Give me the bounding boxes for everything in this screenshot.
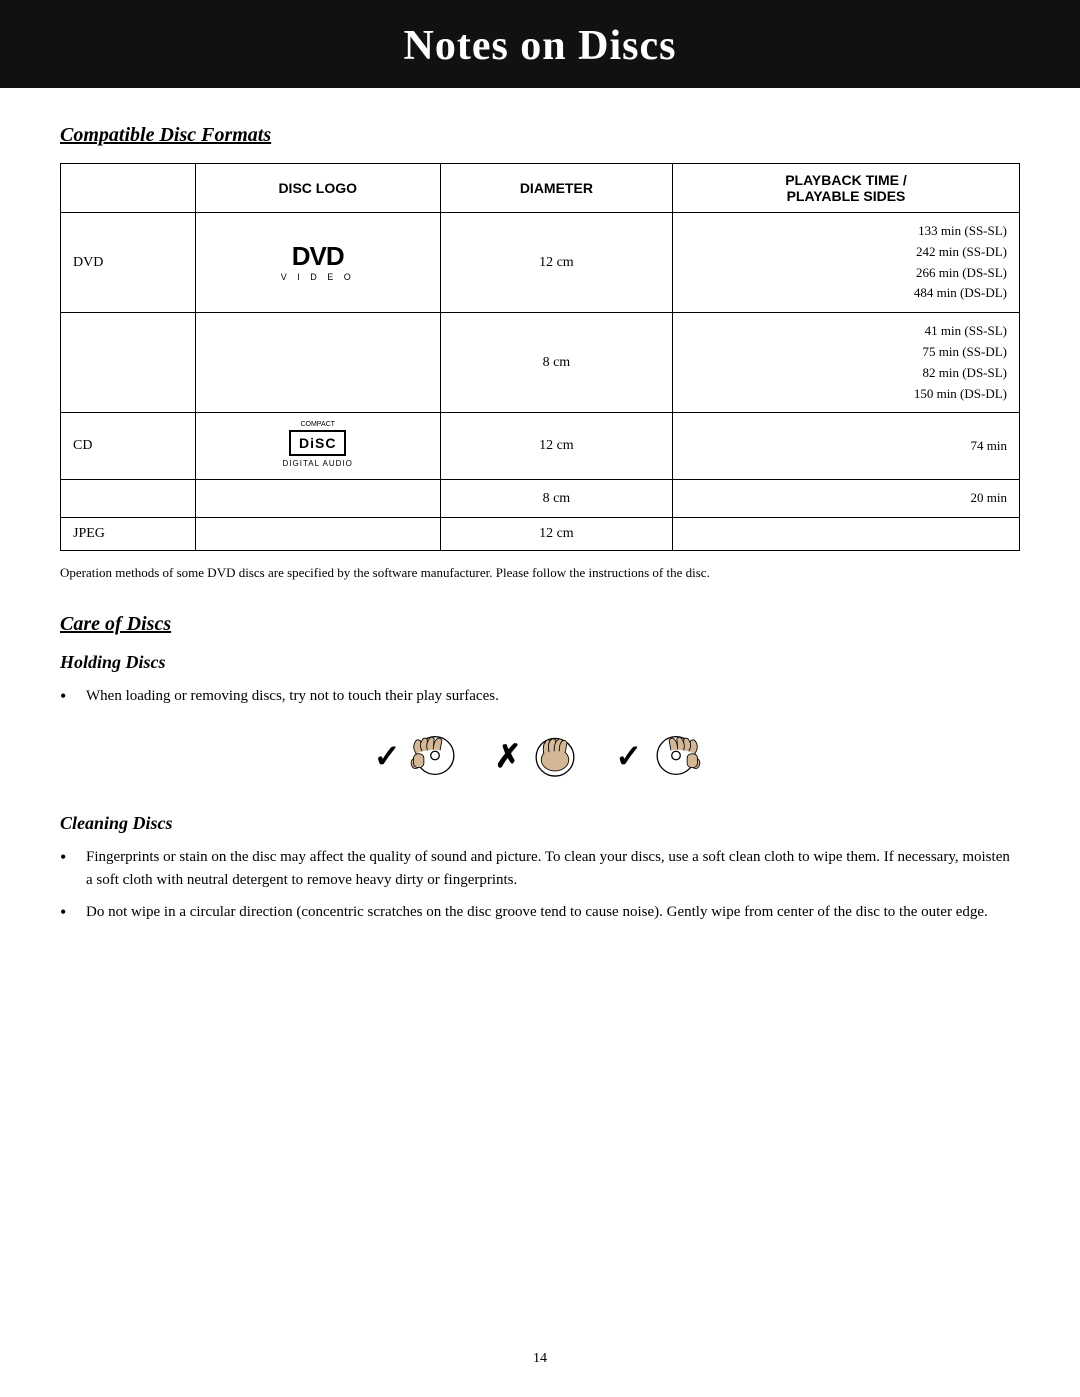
hand-incorrect-icon bbox=[525, 728, 585, 783]
page-header: Notes on Discs bbox=[0, 0, 1080, 88]
list-item: • When loading or removing discs, try no… bbox=[60, 685, 1020, 708]
cd-diameter-8: 8 cm bbox=[440, 480, 672, 518]
dvd-logo-cell: DVD V I D E O bbox=[195, 213, 440, 313]
jpeg-diameter: 12 cm bbox=[440, 518, 672, 551]
logo-empty-2 bbox=[195, 480, 440, 518]
disc-type-empty-1 bbox=[61, 313, 196, 413]
holding-discs-section: Holding Discs • When loading or removing… bbox=[60, 652, 1020, 783]
page-title: Notes on Discs bbox=[0, 22, 1080, 70]
disc-type-jpeg: JPEG bbox=[61, 518, 196, 551]
table-row: 8 cm 41 min (SS-SL) 75 min (SS-DL) 82 mi… bbox=[61, 313, 1020, 413]
cleaning-discs-title: Cleaning Discs bbox=[60, 813, 1020, 834]
care-of-discs-section: Care of Discs Holding Discs • When loadi… bbox=[60, 613, 1020, 925]
bullet-dot: • bbox=[60, 846, 80, 869]
check-mark-1: ✓ bbox=[374, 737, 401, 775]
cd-compact-label: COMPACT bbox=[283, 421, 353, 428]
bullet-dot: • bbox=[60, 901, 80, 924]
dvd-logo-text: DVD bbox=[281, 241, 355, 272]
table-row: CD COMPACT DiSC DIGITAL AUDIO 12 cm 74 m… bbox=[61, 413, 1020, 480]
dvd-logo-sub: V I D E O bbox=[281, 272, 355, 282]
table-row: 8 cm 20 min bbox=[61, 480, 1020, 518]
hand-item-correct-1: ✓ bbox=[374, 728, 465, 783]
cd-logo-cell: COMPACT DiSC DIGITAL AUDIO bbox=[195, 413, 440, 480]
dvd-times-8: 41 min (SS-SL) 75 min (SS-DL) 82 min (DS… bbox=[672, 313, 1019, 413]
cd-digital-audio-label: DIGITAL AUDIO bbox=[283, 459, 353, 468]
hand-correct-1-icon bbox=[405, 728, 465, 783]
col-header-diameter: DIAMETER bbox=[440, 164, 672, 213]
disc-formats-footnote: Operation methods of some DVD discs are … bbox=[60, 563, 1020, 583]
disc-type-cd: CD bbox=[61, 413, 196, 480]
cd-diameter-12: 12 cm bbox=[440, 413, 672, 480]
table-row: JPEG 12 cm bbox=[61, 518, 1020, 551]
compatible-disc-formats-section: Compatible Disc Formats DISC LOGO DIAMET… bbox=[60, 124, 1020, 583]
table-row: DVD DVD V I D E O 12 cm 133 min (SS-SL) … bbox=[61, 213, 1020, 313]
cross-mark: ✗ bbox=[495, 737, 522, 775]
dvd-diameter-8: 8 cm bbox=[440, 313, 672, 413]
page-content: Compatible Disc Formats DISC LOGO DIAMET… bbox=[0, 124, 1080, 924]
hand-item-incorrect: ✗ bbox=[495, 728, 586, 783]
bullet-dot: • bbox=[60, 685, 80, 708]
care-of-discs-title: Care of Discs bbox=[60, 613, 1020, 636]
logo-empty-1 bbox=[195, 313, 440, 413]
hand-diagram: ✓ bbox=[60, 728, 1020, 783]
cd-times-8: 20 min bbox=[672, 480, 1019, 518]
dvd-diameter-12: 12 cm bbox=[440, 213, 672, 313]
list-item: • Do not wipe in a circular direction (c… bbox=[60, 901, 1020, 924]
cd-times-12: 74 min bbox=[672, 413, 1019, 480]
col-header-label bbox=[61, 164, 196, 213]
disc-type-dvd: DVD bbox=[61, 213, 196, 313]
check-mark-2: ✓ bbox=[615, 737, 642, 775]
hand-item-correct-2: ✓ bbox=[615, 728, 706, 783]
disc-formats-table: DISC LOGO DIAMETER PLAYBACK TIME /PLAYAB… bbox=[60, 163, 1020, 551]
holding-bullet-1: When loading or removing discs, try not … bbox=[86, 685, 499, 708]
holding-discs-title: Holding Discs bbox=[60, 652, 1020, 673]
jpeg-times bbox=[672, 518, 1019, 551]
page-number: 14 bbox=[0, 1351, 1080, 1367]
col-header-playback: PLAYBACK TIME /PLAYABLE SIDES bbox=[672, 164, 1019, 213]
cleaning-discs-section: Cleaning Discs • Fingerprints or stain o… bbox=[60, 813, 1020, 924]
jpeg-logo-cell bbox=[195, 518, 440, 551]
hand-correct-2-icon bbox=[646, 728, 706, 783]
holding-discs-list: • When loading or removing discs, try no… bbox=[60, 685, 1020, 708]
cd-logo-text: DiSC bbox=[299, 435, 336, 451]
col-header-logo: DISC LOGO bbox=[195, 164, 440, 213]
compatible-disc-formats-title: Compatible Disc Formats bbox=[60, 124, 1020, 147]
table-header-row: DISC LOGO DIAMETER PLAYBACK TIME /PLAYAB… bbox=[61, 164, 1020, 213]
disc-type-empty-2 bbox=[61, 480, 196, 518]
dvd-times-12: 133 min (SS-SL) 242 min (SS-DL) 266 min … bbox=[672, 213, 1019, 313]
cleaning-bullet-1: Fingerprints or stain on the disc may af… bbox=[86, 846, 1020, 891]
cleaning-discs-list: • Fingerprints or stain on the disc may … bbox=[60, 846, 1020, 924]
cd-logo-inner: DiSC bbox=[289, 430, 346, 456]
cleaning-bullet-2: Do not wipe in a circular direction (con… bbox=[86, 901, 988, 924]
list-item: • Fingerprints or stain on the disc may … bbox=[60, 846, 1020, 891]
dvd-logo: DVD V I D E O bbox=[281, 241, 355, 282]
cd-logo: COMPACT DiSC DIGITAL AUDIO bbox=[283, 421, 353, 468]
